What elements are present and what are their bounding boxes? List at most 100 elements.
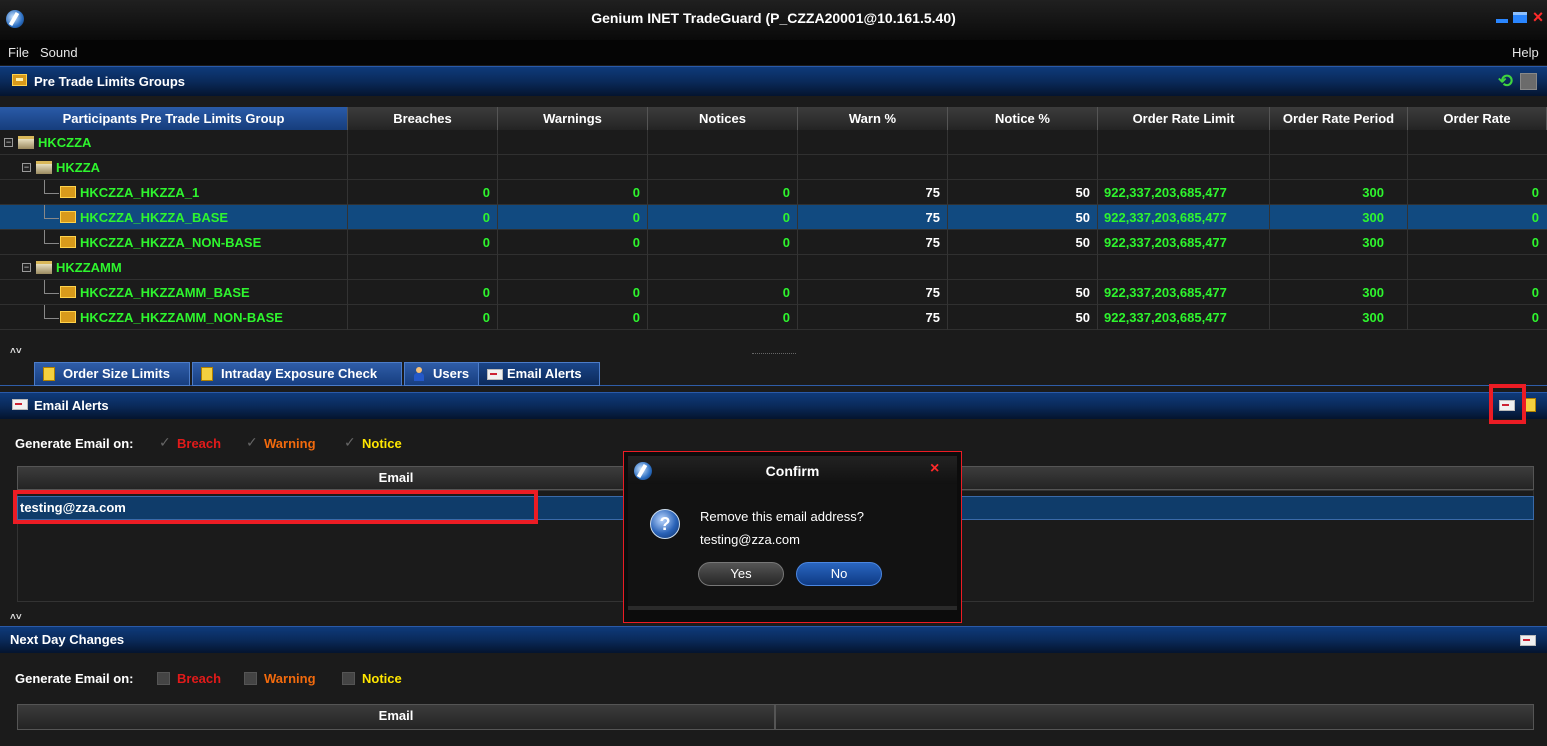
tab-order-size-limits[interactable]: Order Size Limits	[34, 362, 190, 386]
column-header[interactable]: Order Rate Limit	[1098, 107, 1270, 130]
breach-label: Breach	[177, 436, 222, 451]
tree-connector	[44, 280, 59, 294]
tab-label: Order Size Limits	[63, 366, 170, 381]
table-cell: 0	[782, 310, 790, 325]
warning-checkbox[interactable]	[244, 672, 257, 685]
table-cell: 50	[1075, 210, 1090, 225]
grid-line	[1407, 130, 1408, 330]
group-name: HKCZZA_HKZZAMM_BASE	[80, 285, 250, 300]
group-folder-icon	[60, 286, 76, 298]
collapse-toggle-icon[interactable]: ˄˅	[10, 612, 22, 623]
group-folder-icon	[60, 186, 76, 198]
tree-expander-icon[interactable]: −	[22, 263, 31, 272]
tab-email-alerts[interactable]: Email Alerts	[478, 362, 600, 386]
email-column-filler	[775, 704, 1534, 730]
dialog-message: Remove this email address?	[700, 509, 865, 524]
group-name: HKCZZA_HKZZA_BASE	[80, 210, 229, 225]
dialog-email: testing@zza.com	[700, 532, 800, 547]
table-cell: 0	[782, 235, 790, 250]
grid-line	[947, 130, 948, 330]
table-cell: 0	[482, 310, 490, 325]
building-icon	[18, 136, 34, 149]
warning-label: Warning	[264, 671, 316, 686]
grid-line	[1097, 130, 1098, 330]
tree-expander-icon[interactable]: −	[4, 138, 13, 147]
table-row[interactable]	[0, 255, 1547, 280]
group-folder-icon	[60, 236, 76, 248]
menu-bar	[0, 40, 1547, 65]
dialog-close-icon[interactable]: ×	[930, 460, 939, 478]
warning-label: Warning	[264, 436, 316, 451]
email-icon	[487, 369, 503, 380]
no-button[interactable]: No	[796, 562, 882, 586]
notice-label: Notice	[362, 436, 402, 451]
notice-label: Notice	[362, 671, 402, 686]
table-cell: 0	[1531, 310, 1539, 325]
table-cell: 0	[482, 210, 490, 225]
group-name: HKCZZA_HKZZAMM_NON-BASE	[80, 310, 283, 325]
tree-connector	[44, 180, 59, 194]
grid-line	[497, 130, 498, 330]
close-icon[interactable]: ×	[1529, 8, 1547, 26]
splitter-handle[interactable]	[752, 353, 796, 356]
column-header[interactable]: Warnings	[498, 107, 648, 130]
groups-panel-header	[0, 66, 1547, 96]
column-header[interactable]: Order Rate	[1408, 107, 1547, 130]
notice-checkbox[interactable]: ✓	[344, 434, 356, 451]
minimize-icon[interactable]	[1493, 8, 1511, 26]
breach-checkbox[interactable]: ✓	[159, 434, 171, 451]
table-cell: 50	[1075, 235, 1090, 250]
tab-label: Intraday Exposure Check	[221, 366, 378, 381]
table-cell: 300	[1362, 310, 1384, 325]
column-header[interactable]: Participants Pre Trade Limits Group	[0, 107, 348, 130]
email-alerts-title: Email Alerts	[34, 398, 109, 413]
group-name: HKCZZA_HKZZA_NON-BASE	[80, 235, 262, 250]
tree-connector	[44, 305, 59, 319]
column-header[interactable]: Notices	[648, 107, 798, 130]
tab-users[interactable]: Users	[404, 362, 480, 386]
column-header[interactable]: Warn %	[798, 107, 948, 130]
table-cell: 0	[632, 285, 640, 300]
menu-sound[interactable]: Sound	[40, 45, 78, 60]
table-row[interactable]	[0, 130, 1547, 155]
grid-line	[647, 130, 648, 330]
collapse-toggle-icon[interactable]: ˄˅	[10, 346, 22, 357]
column-header[interactable]: Order Rate Period	[1270, 107, 1408, 130]
tab-intraday-exposure-check[interactable]: Intraday Exposure Check	[192, 362, 402, 386]
warning-checkbox[interactable]: ✓	[246, 434, 258, 451]
table-cell: 300	[1362, 185, 1384, 200]
table-cell: 75	[925, 210, 940, 225]
email-column-header[interactable]: Email	[17, 704, 775, 730]
save-icon[interactable]	[1520, 73, 1537, 90]
table-cell: 922,337,203,685,477	[1104, 235, 1227, 250]
table-cell: 300	[1362, 285, 1384, 300]
column-header[interactable]: Breaches	[348, 107, 498, 130]
menu-help[interactable]: Help	[1512, 45, 1539, 60]
dialog-bottom-edge	[628, 606, 957, 610]
table-row[interactable]	[0, 155, 1547, 180]
grid-line	[797, 130, 798, 330]
breach-checkbox[interactable]	[157, 672, 170, 685]
table-cell: 75	[925, 310, 940, 325]
email-icon[interactable]	[1520, 635, 1536, 646]
highlight-email-row	[13, 490, 538, 524]
notice-checkbox[interactable]	[342, 672, 355, 685]
document-icon	[43, 367, 55, 381]
tree-expander-icon[interactable]: −	[22, 163, 31, 172]
menu-file[interactable]: File	[8, 45, 29, 60]
table-cell: 0	[632, 235, 640, 250]
table-cell: 300	[1362, 210, 1384, 225]
table-cell: 50	[1075, 310, 1090, 325]
column-header[interactable]: Notice %	[948, 107, 1098, 130]
yes-button[interactable]: Yes	[698, 562, 784, 586]
refresh-icon[interactable]: ⟲	[1498, 72, 1516, 90]
dialog-title: Confirm	[765, 463, 820, 479]
group-name: HKZZAMM	[56, 260, 122, 275]
table-cell: 50	[1075, 185, 1090, 200]
table-cell: 0	[482, 185, 490, 200]
table-cell: 0	[482, 235, 490, 250]
table-cell: 0	[1531, 285, 1539, 300]
maximize-icon[interactable]	[1511, 8, 1529, 26]
table-cell: 0	[1531, 235, 1539, 250]
groups-panel-title: Pre Trade Limits Groups	[34, 74, 185, 89]
